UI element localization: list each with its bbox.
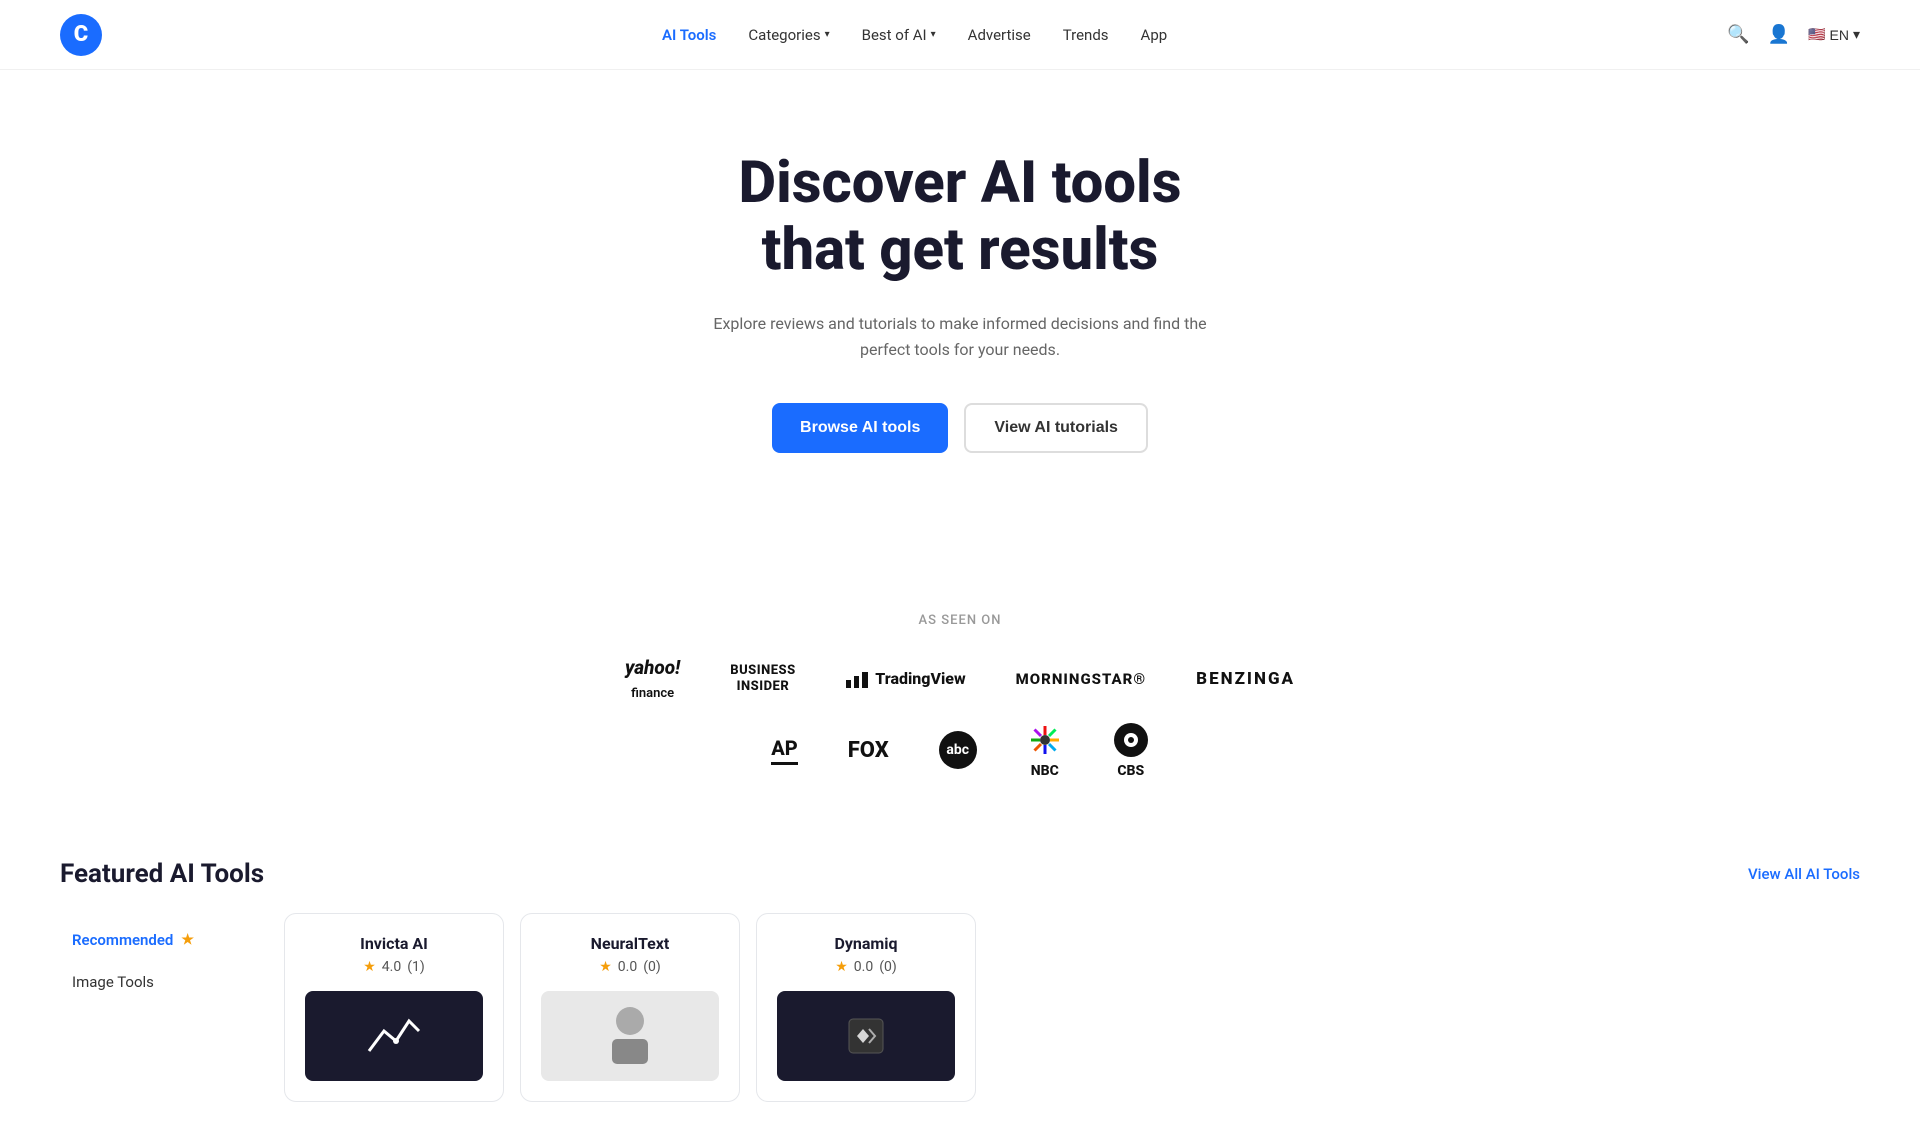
chevron-down-icon: ▾: [825, 29, 830, 40]
card-rating: ★ 0.0 (0): [777, 959, 955, 975]
nbc-logo: NBC: [1027, 722, 1063, 779]
benzinga-logo: BENZINGA: [1196, 669, 1295, 689]
card-name: Invicta AI: [305, 934, 483, 953]
chevron-down-icon: ▾: [1853, 26, 1860, 43]
card-name: NeuralText: [541, 934, 719, 953]
sidebar-item-image-tools[interactable]: Image Tools: [60, 963, 260, 1001]
business-insider-logo: BUSINESSINSIDER: [730, 663, 795, 694]
tool-cards-row: Invicta AI ★ 4.0 (1) NeuralText ★: [284, 913, 1860, 1102]
sidebar-item-recommended[interactable]: Recommended ★: [60, 921, 260, 959]
nav-categories[interactable]: Categories ▾: [748, 26, 829, 44]
hero-buttons: Browse AI tools View AI tutorials: [60, 403, 1860, 453]
ap-logo: AP: [771, 736, 797, 765]
logos-row-1: yahoo!finance BUSINESSINSIDER TradingVie…: [60, 656, 1860, 702]
nav-links: AI Tools Categories ▾ Best of AI ▾ Adver…: [662, 26, 1167, 44]
star-icon: ★: [363, 959, 376, 975]
cbs-logo: CBS: [1113, 722, 1149, 779]
hero-title: Discover AI tools that get results: [610, 150, 1310, 283]
nav-right: 🔍 👤 🇺🇸 EN ▾: [1727, 24, 1860, 45]
as-seen-label: AS SEEN ON: [60, 613, 1860, 628]
abc-logo: abc: [939, 731, 977, 769]
browse-ai-tools-button[interactable]: Browse AI tools: [772, 403, 948, 453]
flag-icon: 🇺🇸: [1808, 26, 1825, 43]
star-icon: ★: [181, 932, 194, 948]
card-thumbnail: [777, 991, 955, 1081]
featured-header: Featured AI Tools View All AI Tools: [60, 859, 1860, 889]
nav-trends[interactable]: Trends: [1063, 26, 1109, 44]
card-rating: ★ 4.0 (1): [305, 959, 483, 975]
card-thumbnail: [541, 991, 719, 1081]
logo[interactable]: C: [60, 14, 102, 56]
tradingview-logo: TradingView: [846, 669, 966, 688]
language-selector[interactable]: 🇺🇸 EN ▾: [1808, 26, 1860, 43]
hero-section: Discover AI tools that get results Explo…: [0, 70, 1920, 573]
featured-sidebar: Recommended ★ Image Tools: [60, 913, 260, 1102]
card-rating: ★ 0.0 (0): [541, 959, 719, 975]
tool-card-dynamiq[interactable]: Dynamiq ★ 0.0 (0): [756, 913, 976, 1102]
search-icon[interactable]: 🔍: [1727, 24, 1749, 45]
tool-card-neuraltext[interactable]: NeuralText ★ 0.0 (0): [520, 913, 740, 1102]
as-seen-on-section: AS SEEN ON yahoo!finance BUSINESSINSIDER…: [0, 573, 1920, 819]
view-all-tools-link[interactable]: View All AI Tools: [1748, 865, 1860, 883]
user-icon[interactable]: 👤: [1768, 24, 1790, 45]
morningstar-logo: MORNINGSTAR®: [1016, 670, 1146, 688]
fox-logo: FOX: [848, 738, 889, 763]
view-ai-tutorials-button[interactable]: View AI tutorials: [964, 403, 1148, 453]
nav-best-of-ai[interactable]: Best of AI ▾: [862, 26, 936, 44]
hero-subtitle: Explore reviews and tutorials to make in…: [710, 311, 1210, 362]
nav-advertise[interactable]: Advertise: [968, 26, 1031, 44]
card-name: Dynamiq: [777, 934, 955, 953]
navbar: C AI Tools Categories ▾ Best of AI ▾ Adv…: [0, 0, 1920, 70]
featured-title: Featured AI Tools: [60, 859, 264, 889]
logos-row-2: AP FOX abc NBC CBS: [60, 722, 1860, 779]
card-thumbnail: [305, 991, 483, 1081]
star-icon: ★: [599, 959, 612, 975]
star-icon: ★: [835, 959, 848, 975]
tool-card-invicta[interactable]: Invicta AI ★ 4.0 (1): [284, 913, 504, 1102]
nav-ai-tools[interactable]: AI Tools: [662, 26, 716, 44]
yahoo-logo: yahoo!finance: [625, 656, 680, 702]
featured-layout: Recommended ★ Image Tools Invicta AI ★ 4…: [60, 913, 1860, 1102]
featured-section: Featured AI Tools View All AI Tools Reco…: [0, 819, 1920, 1142]
chevron-down-icon: ▾: [931, 29, 936, 40]
nav-app[interactable]: App: [1141, 26, 1168, 44]
logo-icon: C: [60, 14, 102, 56]
